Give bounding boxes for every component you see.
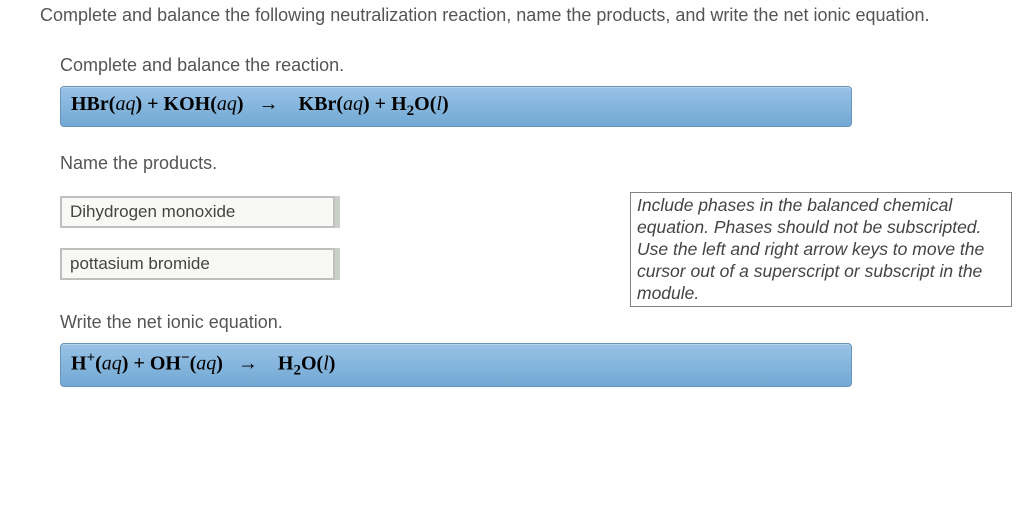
eq1-rhs1-state: (aq) [336, 93, 369, 115]
net-ionic-equation-input[interactable]: H+(aq) + OH−(aq) → H2O(l) [60, 343, 852, 387]
eq1-rhs1: KBr [299, 93, 337, 115]
eq1-lhs2-state: (aq) [210, 93, 243, 115]
eq1-rhs2a: H [391, 93, 407, 115]
eq2-lhs2-sup: − [181, 350, 190, 366]
balanced-equation-input[interactable]: HBr(aq) + KOH(aq) → KBr(aq) + H2O(l) [60, 86, 852, 127]
eq2-lhs1-sup: + [87, 350, 96, 366]
product-name-input-1[interactable]: Dihydrogen monoxide [60, 196, 335, 228]
eq2-rhs1-state: (l) [317, 353, 336, 375]
eq1-lhs1-state: (aq) [109, 93, 142, 115]
eq2-lhs2-state: (aq) [190, 353, 223, 375]
plus: + [142, 93, 163, 115]
eq1-rhs2b: O [414, 93, 430, 115]
eq1-lhs1: HBr [71, 93, 109, 115]
section3-label: Write the net ionic equation. [60, 312, 984, 333]
eq2-rhs1b: O [301, 353, 317, 375]
eq2-rhs1a: H [278, 353, 294, 375]
eq2-lhs1: H [71, 353, 87, 375]
product-name-input-2[interactable]: pottasium bromide [60, 248, 335, 280]
eq2-lhs1-state: (aq) [95, 353, 128, 375]
plus: + [128, 353, 149, 375]
eq1-lhs2: KOH [164, 93, 211, 115]
section1-label: Complete and balance the reaction. [60, 55, 984, 76]
eq2-rhs1-sub: 2 [293, 363, 301, 379]
eq1-rhs2-state: (l) [430, 93, 449, 115]
hint-box: Include phases in the balanced chemical … [630, 192, 1012, 307]
arrow-icon: → [238, 353, 258, 375]
arrow-icon: → [259, 93, 279, 115]
eq2-lhs2: OH [150, 353, 181, 375]
section2-label: Name the products. [60, 153, 984, 174]
problem-statement: Complete and balance the following neutr… [40, 4, 984, 27]
plus: + [370, 93, 391, 115]
